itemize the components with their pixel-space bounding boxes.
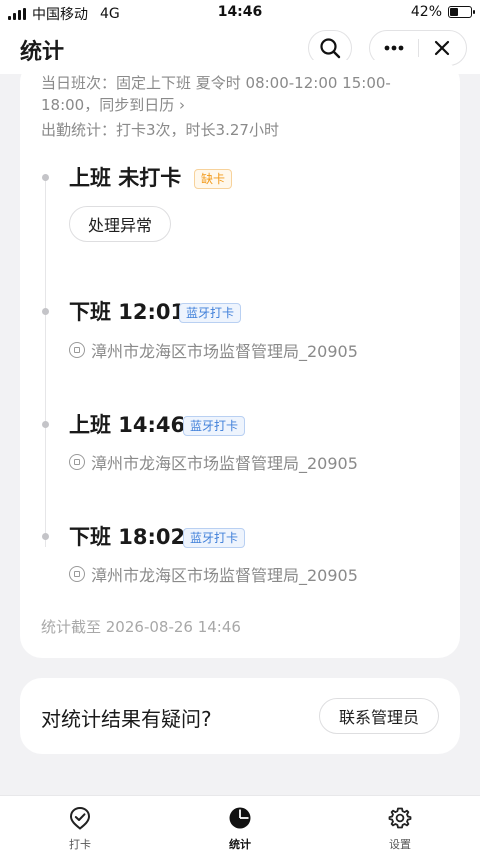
location-icon <box>69 342 85 358</box>
location-row: 漳州市龙海区市场监督管理局_20905 <box>69 338 358 362</box>
tab-label: 打卡 <box>69 838 91 851</box>
tab-punch[interactable]: 打卡 <box>40 796 120 853</box>
status-right: 42% <box>410 4 475 20</box>
tab-label: 设置 <box>389 838 411 851</box>
tab-bar: 打卡 统计 设置 <box>0 795 480 853</box>
attendance-summary: 出勤统计：打卡3次，时长3.27小时 <box>41 121 279 139</box>
punch-title: 上班 未打卡 <box>69 166 182 190</box>
attendance-card: 当日班次：固定上下班 夏令时 08:00-12:00 15:00-18:00，同… <box>20 60 460 658</box>
battery-icon <box>448 6 475 18</box>
more-icon <box>384 45 404 51</box>
timeline-dot <box>42 533 49 540</box>
timeline-dot <box>42 174 49 181</box>
search-icon <box>320 38 341 59</box>
question-text: 对统计结果有疑问? <box>41 707 212 731</box>
tab-settings[interactable]: 设置 <box>360 796 440 853</box>
location-row: 漳州市龙海区市场监督管理局_20905 <box>69 450 358 474</box>
bluetooth-tag: 蓝牙打卡 <box>183 416 246 436</box>
shift-info[interactable]: 当日班次：固定上下班 夏令时 08:00-12:00 15:00-18:00，同… <box>41 72 441 116</box>
timeline-dot <box>42 308 49 315</box>
location-row: 漳州市龙海区市场监督管理局_20905 <box>69 562 358 586</box>
pie-chart-icon <box>229 807 251 829</box>
punch-title: 下班 18:02 <box>69 525 186 549</box>
bluetooth-tag: 蓝牙打卡 <box>179 303 242 323</box>
location-text: 漳州市龙海区市场监督管理局_20905 <box>91 342 358 361</box>
location-icon <box>69 566 85 582</box>
question-card: 对统计结果有疑问? 联系管理员 <box>20 678 460 754</box>
status-bar: 中国移动 4G 14:46 42% <box>0 0 480 24</box>
location-icon <box>69 454 85 470</box>
close-icon <box>435 40 450 56</box>
status-time: 14:46 <box>217 4 263 20</box>
stats-cutoff-note: 统计截至 2026-08-26 14:46 <box>41 618 241 636</box>
location-text: 漳州市龙海区市场监督管理局_20905 <box>91 454 358 473</box>
handle-exception-button[interactable]: 处理异常 <box>69 206 171 242</box>
punch-title: 上班 14:46 <box>69 413 186 437</box>
location-text: 漳州市龙海区市场监督管理局_20905 <box>91 566 358 585</box>
check-badge-icon <box>69 806 91 830</box>
tab-label: 统计 <box>229 838 251 851</box>
timeline-dot <box>42 421 49 428</box>
gear-icon <box>388 807 412 829</box>
tab-stats[interactable]: 统计 <box>200 796 280 853</box>
punch-title: 下班 12:01 <box>69 300 186 324</box>
timeline-line <box>45 177 46 547</box>
battery-percent: 42% <box>410 4 442 20</box>
contact-admin-button[interactable]: 联系管理员 <box>319 698 439 734</box>
missing-tag: 缺卡 <box>194 169 233 189</box>
bluetooth-tag: 蓝牙打卡 <box>183 528 246 548</box>
